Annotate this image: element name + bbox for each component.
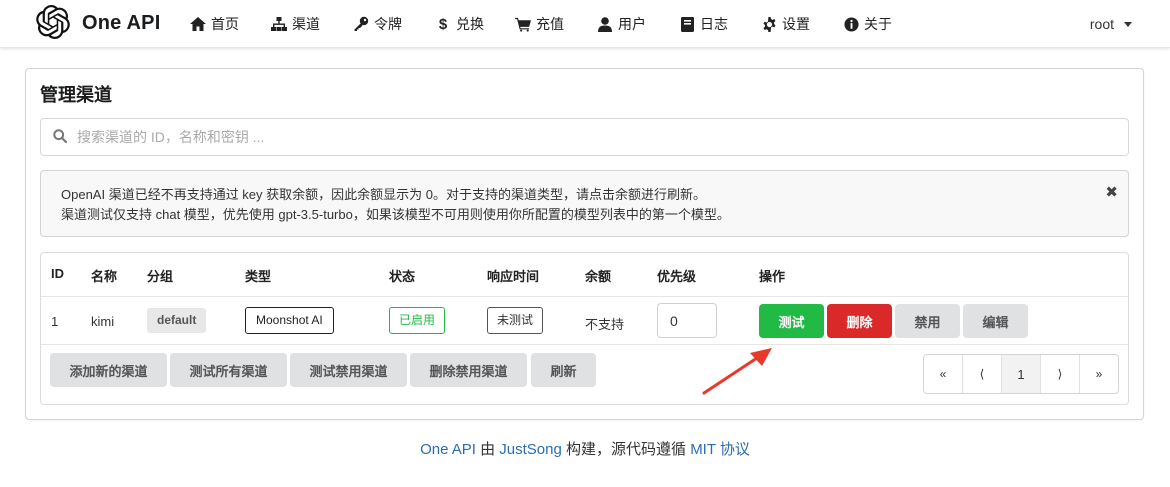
annotation-arrow-icon [702,348,772,395]
add-channel-button[interactable]: 添加新的渠道 [50,353,167,387]
nav-item-channels[interactable]: 渠道 [271,0,320,48]
cell-id: 1 [51,314,59,329]
nav-item-home[interactable]: 首页 [190,0,239,48]
nav-item-label: 首页 [211,16,239,32]
key-icon [353,16,369,32]
search-box[interactable] [40,118,1129,156]
column-header-group[interactable]: 分组 [147,266,173,285]
pagination-page[interactable]: 1 [1002,355,1041,393]
book-icon [679,16,695,32]
pagination-last[interactable]: » [1080,355,1118,393]
caret-down-icon [1124,21,1132,27]
refresh-button[interactable]: 刷新 [531,353,596,387]
home-icon [190,16,206,32]
group-badge: default [147,308,207,333]
user-menu[interactable]: root [1090,0,1132,48]
column-header-type[interactable]: 类型 [245,266,271,285]
sitemap-icon [271,16,287,32]
footer-text: 由 [475,441,500,458]
nav-item-label: 渠道 [292,16,320,32]
delete-button[interactable]: 删除 [827,304,892,338]
footer-author-link[interactable]: JustSong [499,441,562,458]
cell-balance[interactable]: 不支持 [585,314,624,333]
table-footer: 添加新的渠道 测试所有渠道 测试禁用渠道 删除禁用渠道 刷新 « ⟨ 1 ⟩ » [41,345,1128,406]
notice-line: 渠道测试仅支持 chat 模型，优先使用 gpt-3.5-turbo，如果该模型… [61,207,730,222]
table-row: 1 kimi default Moonshot AI 已启用 未测试 不支持 测… [41,297,1128,345]
nav-item-label: 日志 [700,16,728,32]
brand-name: One API [82,11,161,34]
disable-button[interactable]: 禁用 [895,304,960,338]
column-header-name[interactable]: 名称 [91,266,117,285]
column-header-balance[interactable]: 余额 [585,266,611,285]
page-title: 管理渠道 [40,85,112,105]
pagination-prev[interactable]: ⟨ [963,355,1002,393]
column-header-status[interactable]: 状态 [389,266,415,285]
channels-table: ID 名称 分组 类型 状态 响应时间 余额 优先级 操作 1 kimi def… [40,252,1129,405]
user-name: root [1089,16,1114,32]
nav-item-about[interactable]: 关于 [843,0,892,48]
channel-management-card: 管理渠道 OpenAI 渠道已经不再支持通过 key 获取余额，因此余额显示为 … [25,68,1144,420]
nav-item-users[interactable]: 用户 [597,0,646,48]
table-header-row: ID 名称 分组 类型 状态 响应时间 余额 优先级 操作 [41,253,1128,297]
test-all-channels-button[interactable]: 测试所有渠道 [170,353,287,387]
column-header-id[interactable]: ID [51,266,64,281]
nav-item-settings[interactable]: 设置 [761,0,810,48]
footer-text: 构建，源代码遵循 [561,441,691,458]
priority-input[interactable] [657,303,717,338]
nav-item-logs[interactable]: 日志 [679,0,728,48]
footer-license-link[interactable]: MIT 协议 [690,441,750,458]
nav-item-redeem[interactable]: $ 兑换 [435,0,484,48]
dollar-icon: $ [438,15,448,33]
nav-item-label: 关于 [864,16,892,32]
notice-line: OpenAI 渠道已经不再支持通过 key 获取余额，因此余额显示为 0。对于支… [61,187,706,202]
footer-brand-link[interactable]: One API [420,441,476,458]
type-badge: Moonshot AI [245,307,334,334]
page-footer: One API 由 JustSong 构建，源代码遵循 MIT 协议 [0,438,1170,459]
gear-icon [761,16,777,32]
nav-item-label: 充值 [536,16,564,32]
pagination-next[interactable]: ⟩ [1041,355,1080,393]
delete-disabled-channels-button[interactable]: 删除禁用渠道 [410,353,527,387]
openai-logo-icon [36,4,70,42]
edit-button[interactable]: 编辑 [963,304,1028,338]
search-input[interactable] [77,129,1057,145]
close-icon[interactable]: ✖ [1105,183,1118,203]
pagination: « ⟨ 1 ⟩ » [923,354,1119,394]
test-button[interactable]: 测试 [759,304,824,338]
column-header-actions: 操作 [759,269,786,284]
pagination-first[interactable]: « [924,355,963,393]
nav-item-tokens[interactable]: 令牌 [353,0,402,48]
notice-message: OpenAI 渠道已经不再支持通过 key 获取余额，因此余额显示为 0。对于支… [40,170,1129,237]
brand[interactable]: One API [36,4,161,42]
nav-item-label: 设置 [782,16,810,32]
test-disabled-channels-button[interactable]: 测试禁用渠道 [290,353,407,387]
nav-item-label: 兑换 [456,16,484,32]
info-icon [843,16,859,32]
nav-item-label: 用户 [618,16,646,32]
column-header-priority[interactable]: 优先级 [657,266,696,285]
user-icon [597,16,613,32]
search-icon [53,128,68,146]
cell-name: kimi [91,314,115,329]
nav-item-label: 令牌 [374,16,402,32]
nav-item-topup[interactable]: 充值 [515,0,564,48]
top-navbar: One API 首页 渠道 令牌 $ 兑换 充值 用户 日志 设置 关于 roo… [0,0,1170,48]
cart-icon [515,16,531,32]
column-header-response-time[interactable]: 响应时间 [487,266,539,285]
response-time-badge[interactable]: 未测试 [487,307,544,334]
status-badge: 已启用 [389,307,446,334]
